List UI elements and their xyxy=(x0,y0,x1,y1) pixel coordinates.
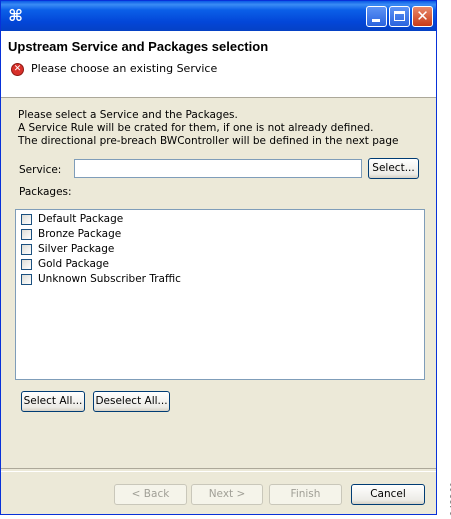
maximize-icon xyxy=(394,11,405,21)
service-input[interactable] xyxy=(74,159,362,178)
intro-line-2: A Service Rule will be crated for them, … xyxy=(18,122,374,134)
list-item[interactable]: Unknown Subscriber Traffic xyxy=(21,273,181,287)
list-item[interactable]: Gold Package xyxy=(21,258,109,272)
minimize-icon xyxy=(372,19,380,22)
title-bar[interactable]: ⌘ ✕ xyxy=(1,1,436,31)
page-title: Upstream Service and Packages selection xyxy=(8,39,269,54)
error-message: Please choose an existing Service xyxy=(31,62,218,75)
figure-id-label: 243369 xyxy=(437,480,451,516)
package-label: Unknown Subscriber Traffic xyxy=(38,273,181,285)
maximize-button[interactable] xyxy=(389,6,410,27)
intro-line-1: Please select a Service and the Packages… xyxy=(18,109,238,121)
app-icon: ⌘ xyxy=(8,6,23,25)
checkbox[interactable] xyxy=(21,273,32,285)
close-icon: ✕ xyxy=(416,7,429,25)
checkbox[interactable] xyxy=(21,243,32,255)
intro-text: Please select a Service and the Packages… xyxy=(18,109,398,148)
wizard-window: ⌘ ✕ Upstream Service and Packages select… xyxy=(0,0,437,515)
package-label: Default Package xyxy=(38,213,124,225)
select-all-button[interactable]: Select All... xyxy=(21,391,85,412)
package-label: Bronze Package xyxy=(38,228,122,240)
wizard-content: Please select a Service and the Packages… xyxy=(1,98,436,468)
finish-button[interactable]: Finish xyxy=(269,484,342,505)
back-button[interactable]: < Back xyxy=(114,484,187,505)
minimize-button[interactable] xyxy=(366,6,387,27)
checkbox[interactable] xyxy=(21,213,32,225)
error-icon: ✕ xyxy=(11,63,24,76)
list-item[interactable]: Silver Package xyxy=(21,243,114,257)
deselect-all-button[interactable]: Deselect All... xyxy=(93,391,170,412)
list-item[interactable]: Default Package xyxy=(21,213,123,227)
intro-line-3: The directional pre-breach BWController … xyxy=(18,135,399,147)
package-label: Gold Package xyxy=(38,258,110,270)
close-button[interactable]: ✕ xyxy=(412,6,433,27)
list-item[interactable]: Bronze Package xyxy=(21,228,121,242)
checkbox[interactable] xyxy=(21,228,32,240)
packages-list[interactable]: Default Package Bronze Package Silver Pa… xyxy=(15,209,425,380)
wizard-header: Upstream Service and Packages selection … xyxy=(1,31,436,98)
checkbox[interactable] xyxy=(21,258,32,270)
cancel-button[interactable]: Cancel xyxy=(351,484,425,505)
select-service-button[interactable]: Select... xyxy=(368,158,419,179)
footer-divider xyxy=(1,468,436,472)
service-label: Service: xyxy=(19,164,62,176)
package-label: Silver Package xyxy=(38,243,115,255)
packages-label: Packages: xyxy=(19,186,72,198)
next-button[interactable]: Next > xyxy=(191,484,263,505)
